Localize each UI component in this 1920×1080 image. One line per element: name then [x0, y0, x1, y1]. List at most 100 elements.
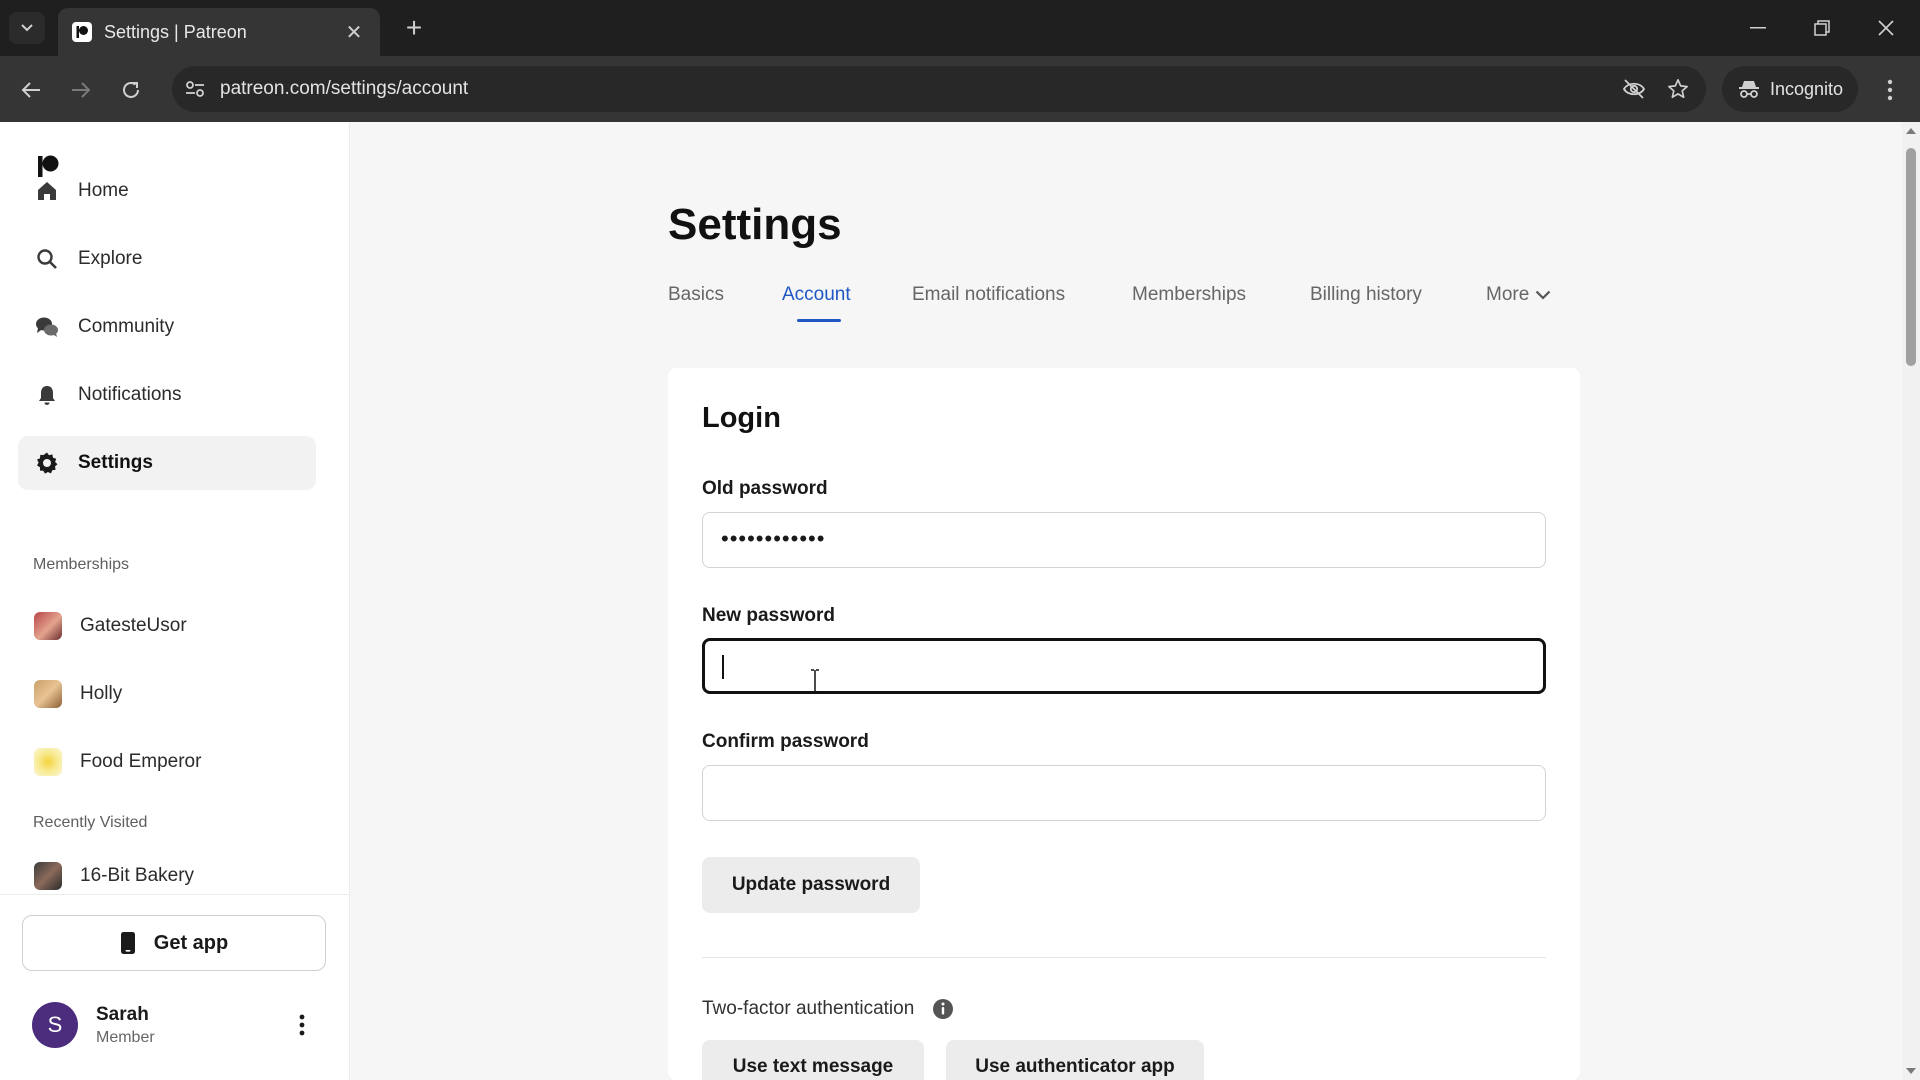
patreon-favicon-icon	[72, 22, 92, 42]
old-password-label: Old password	[702, 478, 828, 499]
creator-avatar	[34, 680, 62, 708]
scrollbar-thumb[interactable]	[1906, 148, 1916, 366]
gear-icon	[34, 450, 60, 476]
use-text-message-button[interactable]: Use text message	[702, 1040, 924, 1080]
confirm-password-field[interactable]	[702, 765, 1546, 821]
user-name: Sarah	[96, 1003, 149, 1025]
text-cursor-icon	[811, 669, 819, 693]
avatar: S	[32, 1002, 78, 1048]
login-card: Login Old password •••••••••••• New pass…	[668, 368, 1580, 1080]
text-caret	[722, 655, 724, 679]
sidebar-item-label: Food Emperor	[80, 751, 202, 772]
reload-icon	[123, 81, 139, 98]
arrow-left-icon	[21, 82, 40, 98]
get-app-label: Get app	[153, 931, 229, 954]
update-password-button[interactable]: Update password	[702, 857, 920, 913]
sidebar-item-label: Home	[78, 180, 129, 201]
url-text: patreon.com/settings/account	[220, 78, 469, 99]
sidebar-membership-gatesteusor[interactable]: GatesteUsor	[18, 599, 316, 653]
tab-title: Settings | Patreon	[104, 21, 247, 42]
section-divider	[702, 957, 1546, 958]
two-factor-section: Two-factor authentication	[702, 998, 954, 1020]
use-authenticator-app-button[interactable]: Use authenticator app	[946, 1040, 1204, 1080]
eye-off-icon[interactable]	[1620, 75, 1648, 103]
tab-more[interactable]: More	[1486, 284, 1551, 306]
user-profile[interactable]: S Sarah Member	[32, 998, 322, 1052]
recently-visited-section-label: Recently Visited	[33, 814, 148, 831]
tab-search-button[interactable]	[9, 12, 45, 44]
login-heading: Login	[702, 402, 781, 434]
user-role: Member	[96, 1028, 155, 1046]
restore-icon	[1814, 20, 1830, 36]
old-password-field[interactable]: ••••••••••••	[702, 512, 1546, 568]
sidebar-item-label: 16-Bit Bakery	[80, 865, 195, 886]
scroll-up-arrow-icon[interactable]	[1906, 128, 1916, 134]
tab-billing-history[interactable]: Billing history	[1310, 284, 1422, 306]
sidebar-item-label: Notifications	[78, 384, 182, 405]
get-app-button[interactable]: Get app	[22, 915, 326, 971]
info-icon[interactable]	[932, 998, 954, 1020]
chevron-down-icon	[1536, 290, 1551, 300]
sidebar-item-community[interactable]: Community	[18, 300, 316, 354]
browser-menu-button[interactable]	[1874, 73, 1906, 107]
sidebar-membership-holly[interactable]: Holly	[18, 667, 316, 721]
sidebar-item-notifications[interactable]: Notifications	[18, 368, 316, 422]
new-password-field[interactable]	[702, 638, 1546, 694]
close-icon	[1878, 20, 1894, 36]
confirm-password-label: Confirm password	[702, 731, 869, 752]
tab-email-notifications[interactable]: Email notifications	[912, 284, 1065, 306]
arrow-right-icon	[72, 82, 91, 98]
more-vertical-icon	[299, 1014, 305, 1036]
sidebar-membership-food-emperor[interactable]: Food Emperor	[18, 735, 316, 789]
sidebar-item-label: Settings	[78, 452, 153, 473]
user-menu-button[interactable]	[292, 1010, 312, 1040]
tab-account[interactable]: Account	[782, 284, 851, 306]
tab-more-label: More	[1486, 284, 1530, 305]
chat-icon	[34, 314, 60, 340]
search-icon	[34, 246, 60, 272]
browser-tab-active[interactable]: Settings | Patreon ✕	[58, 8, 380, 56]
site-settings-icon[interactable]	[180, 74, 210, 104]
incognito-icon	[1739, 81, 1759, 98]
minimize-icon	[1750, 27, 1766, 29]
more-vertical-icon	[1887, 79, 1893, 101]
phone-icon	[120, 932, 135, 954]
sidebar-item-explore[interactable]: Explore	[18, 232, 316, 286]
chevron-down-icon	[21, 24, 33, 32]
active-tab-indicator	[797, 319, 841, 322]
sidebar-item-label: Holly	[80, 683, 123, 704]
sidebar-item-label: GatesteUsor	[80, 615, 187, 636]
sidebar-recent-16-bit-bakery[interactable]: 16-Bit Bakery	[18, 858, 316, 894]
memberships-section-label: Memberships	[33, 556, 130, 573]
page-scrollbar[interactable]	[1902, 122, 1920, 1080]
close-window-button[interactable]	[1856, 8, 1916, 48]
sidebar-item-label: Community	[78, 316, 175, 337]
sidebar-item-label: Explore	[78, 248, 143, 269]
tab-close-icon[interactable]: ✕	[342, 20, 366, 45]
bell-icon	[34, 382, 60, 408]
home-icon	[34, 178, 60, 204]
back-button[interactable]	[14, 73, 48, 107]
page-title: Settings	[668, 200, 842, 249]
incognito-label: Incognito	[1770, 78, 1844, 99]
sidebar-item-settings[interactable]: Settings	[18, 436, 316, 490]
tab-memberships[interactable]: Memberships	[1132, 284, 1246, 306]
creator-avatar	[34, 612, 62, 640]
scroll-down-arrow-icon[interactable]	[1906, 1068, 1916, 1074]
restore-button[interactable]	[1792, 8, 1852, 48]
browser-toolbar: patreon.com/settings/account Incognito	[0, 56, 1920, 122]
forward-button[interactable]	[64, 73, 98, 107]
reload-button[interactable]	[114, 73, 148, 107]
sidebar-item-home[interactable]: Home	[18, 164, 316, 218]
creator-avatar	[34, 862, 62, 890]
incognito-indicator[interactable]: Incognito	[1722, 66, 1858, 112]
creator-avatar	[34, 748, 62, 776]
minimize-button[interactable]	[1728, 8, 1788, 48]
sidebar-divider	[0, 894, 350, 895]
new-tab-button[interactable]: +	[398, 12, 430, 44]
browser-tabstrip: Settings | Patreon ✕ +	[0, 0, 1920, 56]
bookmark-star-icon[interactable]	[1664, 75, 1692, 103]
two-factor-label: Two-factor authentication	[702, 998, 915, 1019]
tab-basics[interactable]: Basics	[668, 284, 724, 306]
address-bar[interactable]: patreon.com/settings/account	[172, 66, 1706, 112]
